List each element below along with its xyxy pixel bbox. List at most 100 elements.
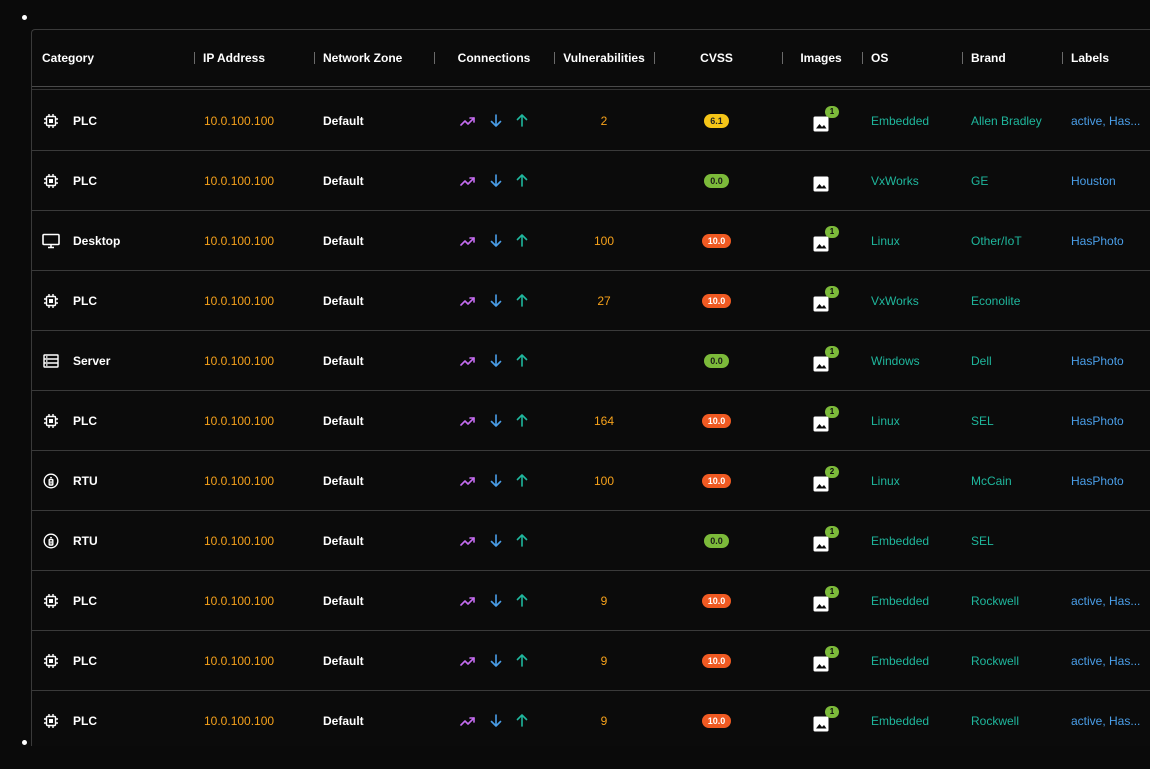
arrow-down-icon[interactable]	[490, 534, 502, 547]
image-icon[interactable]: 2	[813, 465, 839, 492]
arrow-up-icon[interactable]	[516, 534, 528, 547]
arrow-up-icon[interactable]	[516, 354, 528, 367]
vulnerability-count[interactable]: 164	[594, 414, 614, 428]
image-icon[interactable]: 1	[813, 525, 839, 552]
column-header-cvss[interactable]: CVSS	[654, 30, 779, 86]
image-icon[interactable]	[813, 176, 829, 192]
trend-icon[interactable]	[460, 295, 476, 307]
column-resize-handle[interactable]	[194, 52, 195, 64]
labels-value[interactable]: HasPhoto	[1071, 354, 1146, 368]
arrow-up-icon[interactable]	[516, 594, 528, 607]
table-row[interactable]: PLC 10.0.100.100 Default 164 10.0 1 Linux SEL Ha…	[32, 391, 1150, 451]
arrow-up-icon[interactable]	[516, 474, 528, 487]
table-row[interactable]: PLC 10.0.100.100 Default 0.0 VxWorks GE Housto…	[32, 151, 1150, 211]
arrow-down-icon[interactable]	[490, 654, 502, 667]
column-header-labels[interactable]: Labels	[1071, 30, 1150, 86]
vulnerability-count[interactable]: 9	[601, 714, 608, 728]
table-row[interactable]: Desktop 10.0.100.100 Default 100 10.0 1 Linux O…	[32, 211, 1150, 271]
column-header-brand[interactable]: Brand	[971, 30, 1061, 86]
vulnerability-count[interactable]: 9	[601, 654, 608, 668]
table-row[interactable]: PLC 10.0.100.100 Default 9 10.0 1 Embedded Rock…	[32, 631, 1150, 691]
arrow-down-icon[interactable]	[490, 234, 502, 247]
vulnerability-count[interactable]: 100	[594, 234, 614, 248]
column-header-images[interactable]: Images	[782, 30, 860, 86]
arrow-up-icon[interactable]	[516, 294, 528, 307]
brand-cell: Rockwell	[971, 571, 1066, 630]
table-row[interactable]: PLC 10.0.100.100 Default 9 10.0 1 Embedded Rock…	[32, 571, 1150, 631]
trend-icon[interactable]	[460, 235, 476, 247]
image-icon[interactable]: 1	[813, 645, 839, 672]
ip-address[interactable]: 10.0.100.100	[204, 714, 274, 728]
trend-icon[interactable]	[460, 415, 476, 427]
labels-value[interactable]: active, Has...	[1071, 654, 1146, 668]
ip-address[interactable]: 10.0.100.100	[204, 654, 274, 668]
arrow-down-icon[interactable]	[490, 174, 502, 187]
image-icon[interactable]: 1	[813, 285, 839, 312]
table-row[interactable]: RTU 10.0.100.100 Default 100 10.0 2 Linux McCai…	[32, 451, 1150, 511]
arrow-up-icon[interactable]	[516, 114, 528, 127]
labels-value[interactable]: HasPhoto	[1071, 474, 1146, 488]
ip-address[interactable]: 10.0.100.100	[204, 534, 274, 548]
table-row[interactable]: PLC 10.0.100.100 Default 27 10.0 1 VxWorks Econ…	[32, 271, 1150, 331]
column-header-network-zone[interactable]: Network Zone	[323, 30, 433, 86]
trend-icon[interactable]	[460, 115, 476, 127]
labels-value[interactable]: HasPhoto	[1071, 414, 1146, 428]
image-icon[interactable]: 1	[813, 225, 839, 252]
column-header-ip-address[interactable]: IP Address	[203, 30, 313, 86]
ip-address[interactable]: 10.0.100.100	[204, 234, 274, 248]
table-row[interactable]: RTU 10.0.100.100 Default 0.0 1 Embedded SEL	[32, 511, 1150, 571]
trend-icon[interactable]	[460, 595, 476, 607]
column-header-os[interactable]: OS	[871, 30, 961, 86]
arrow-up-icon[interactable]	[516, 234, 528, 247]
arrow-down-icon[interactable]	[490, 294, 502, 307]
column-header-category[interactable]: Category	[42, 30, 192, 86]
ip-address[interactable]: 10.0.100.100	[204, 414, 274, 428]
column-resize-handle[interactable]	[314, 52, 315, 64]
ip-address[interactable]: 10.0.100.100	[204, 114, 274, 128]
labels-value[interactable]: active, Has...	[1071, 114, 1146, 128]
vulnerability-count[interactable]: 2	[601, 114, 608, 128]
table-row[interactable]: Server 10.0.100.100 Default 0.0 1 Windows Dell…	[32, 331, 1150, 391]
arrow-down-icon[interactable]	[490, 714, 502, 727]
ip-address[interactable]: 10.0.100.100	[204, 354, 274, 368]
trend-icon[interactable]	[460, 655, 476, 667]
vulnerability-count[interactable]: 27	[597, 294, 610, 308]
column-resize-handle[interactable]	[862, 52, 863, 64]
labels-value[interactable]: HasPhoto	[1071, 234, 1146, 248]
table-row[interactable]: PLC 10.0.100.100 Default 2 6.1 1 Embedded Allen…	[32, 91, 1150, 151]
arrow-down-icon[interactable]	[490, 114, 502, 127]
arrow-down-icon[interactable]	[490, 594, 502, 607]
arrow-up-icon[interactable]	[516, 174, 528, 187]
trend-icon[interactable]	[460, 355, 476, 367]
labels-value[interactable]: active, Has...	[1071, 594, 1146, 608]
trend-icon[interactable]	[460, 475, 476, 487]
column-header-connections[interactable]: Connections	[434, 30, 554, 86]
arrow-down-icon[interactable]	[490, 414, 502, 427]
vulnerability-count[interactable]: 9	[601, 594, 608, 608]
trend-icon[interactable]	[460, 535, 476, 547]
image-icon[interactable]: 1	[813, 405, 839, 432]
trend-icon[interactable]	[460, 175, 476, 187]
column-header-vulnerabilities[interactable]: Vulnerabilities	[554, 30, 654, 86]
image-icon[interactable]: 1	[813, 345, 839, 372]
ip-address[interactable]: 10.0.100.100	[204, 474, 274, 488]
labels-value[interactable]: active, Has...	[1071, 714, 1146, 728]
image-icon[interactable]: 1	[813, 705, 839, 732]
arrow-down-icon[interactable]	[490, 474, 502, 487]
arrow-up-icon[interactable]	[516, 654, 528, 667]
arrow-up-icon[interactable]	[516, 714, 528, 727]
ip-address[interactable]: 10.0.100.100	[204, 294, 274, 308]
image-icon[interactable]: 1	[813, 585, 839, 612]
vulnerability-count[interactable]: 100	[594, 474, 614, 488]
arrow-down-icon[interactable]	[490, 354, 502, 367]
table-row[interactable]: PLC 10.0.100.100 Default 9 10.0 1 Embedded Rock…	[32, 691, 1150, 746]
ip-address[interactable]: 10.0.100.100	[204, 594, 274, 608]
image-icon[interactable]: 1	[813, 105, 839, 132]
arrow-up-icon[interactable]	[516, 414, 528, 427]
trend-icon[interactable]	[460, 715, 476, 727]
labels-value[interactable]: Houston	[1071, 174, 1146, 188]
ip-address[interactable]: 10.0.100.100	[204, 174, 274, 188]
os-cell: Linux	[871, 211, 961, 270]
column-resize-handle[interactable]	[962, 52, 963, 64]
column-resize-handle[interactable]	[1062, 52, 1063, 64]
